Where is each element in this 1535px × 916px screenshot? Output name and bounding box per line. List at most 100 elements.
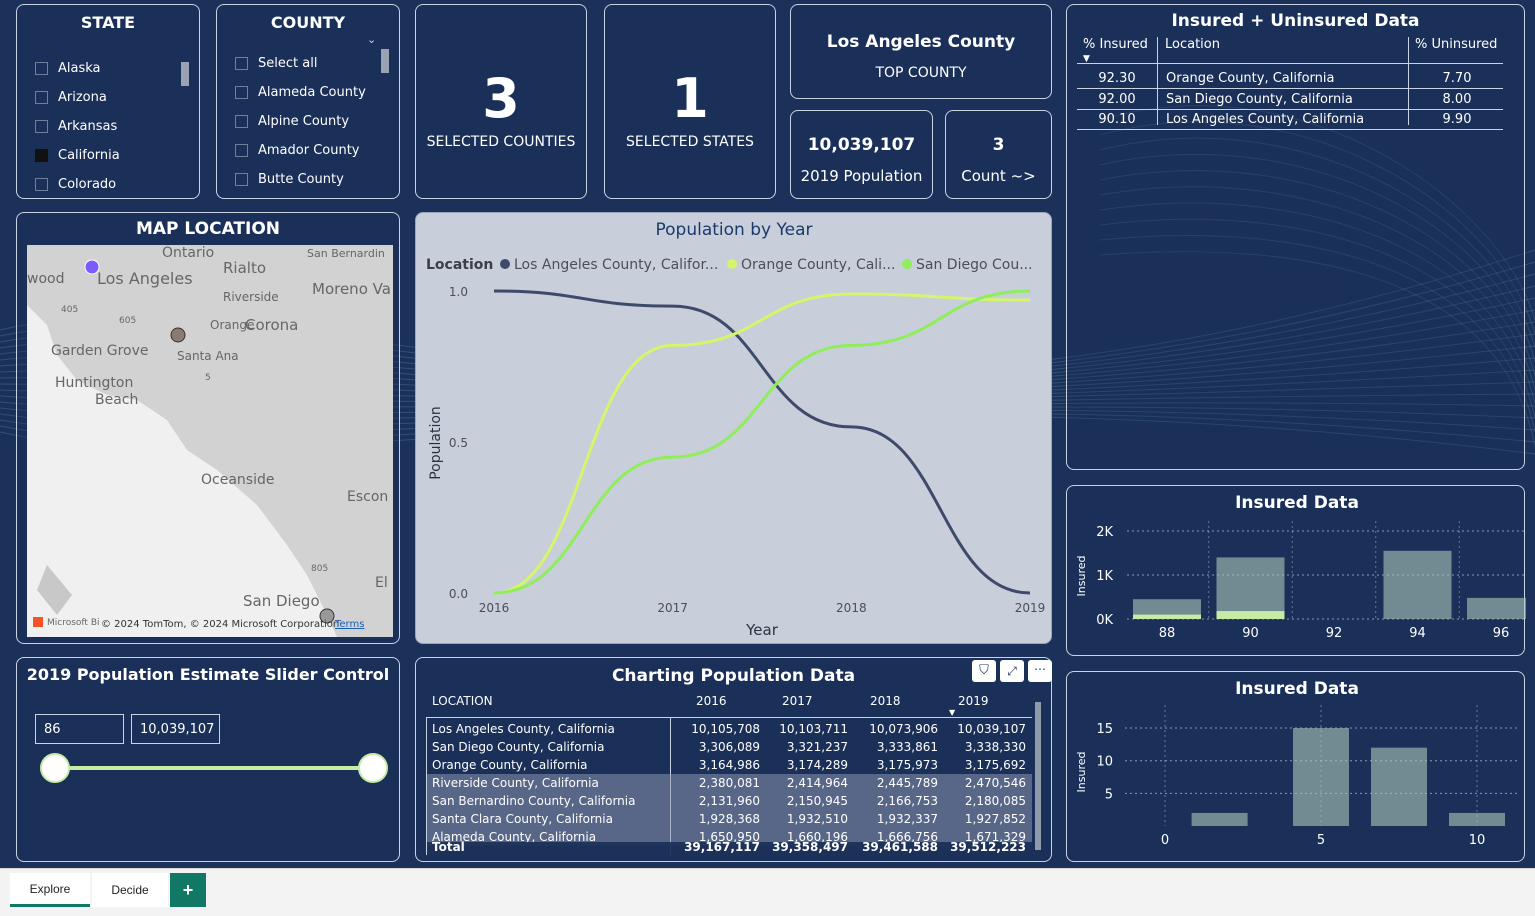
tab-explore[interactable]: Explore <box>10 873 90 907</box>
state-checkbox[interactable] <box>35 62 48 75</box>
tab-decide[interactable]: Decide <box>92 873 168 907</box>
insured-bar-chart-2: Insured Data Insured 5 10 15 0 5 10 <box>1066 671 1525 862</box>
population-cell: 2,445,789 <box>876 776 938 790</box>
slider-min-input[interactable]: 86 <box>35 714 124 744</box>
kpi-population-label: 2019 Population <box>800 167 923 185</box>
slider-handle-high[interactable] <box>358 753 388 783</box>
bar-x-tick-label: 96 <box>1493 626 1510 641</box>
state-checkbox[interactable] <box>35 178 48 191</box>
county-checkbox[interactable] <box>235 115 248 128</box>
x-tick-label: 2019 <box>1015 601 1046 615</box>
county-checkbox[interactable] <box>235 86 248 99</box>
state-item[interactable]: Arkansas <box>35 119 117 134</box>
population-cell: 1,932,510 <box>786 812 848 826</box>
population-header-cell[interactable]: 2016 <box>696 694 727 708</box>
kpi-count[interactable]: 3 Count ~> <box>945 110 1052 199</box>
county-checkbox[interactable] <box>235 144 248 157</box>
bar <box>1383 550 1452 619</box>
bar <box>1449 812 1505 826</box>
slider-title: 2019 Population Estimate Slider Control <box>26 665 390 684</box>
bar <box>1216 611 1285 619</box>
map-canvas[interactable]: Ontario San Bernardin Rialto wood Los Angele… <box>27 245 393 637</box>
population-cell: Santa Clara County, California <box>432 812 613 826</box>
bar-y-tick-label: 5 <box>1105 787 1113 802</box>
microsoft-logo <box>33 617 43 627</box>
county-item[interactable]: Amador County <box>235 143 360 158</box>
map-place-label: El <box>375 575 388 591</box>
population-header-cell[interactable]: 2019 <box>958 694 989 708</box>
kpi-top-county-label: TOP COUNTY <box>875 65 967 81</box>
focus-mode-icon[interactable]: ⤢ <box>1000 660 1024 682</box>
state-checkbox[interactable] <box>35 120 48 133</box>
slider-handle-low[interactable] <box>40 753 70 783</box>
report-canvas: STATE Alaska Arizona Arkansas California Col… <box>0 0 1535 868</box>
map-terms-link[interactable]: Terms <box>334 619 364 630</box>
county-item[interactable]: Select all <box>235 56 317 71</box>
insured-header-cell[interactable]: % Uninsured <box>1415 37 1511 52</box>
bar-chart-title: Insured Data <box>1235 679 1359 699</box>
population-total-cell: 39,461,588 <box>862 840 938 854</box>
state-item[interactable]: California <box>35 148 120 163</box>
bar-x-tick-label: 88 <box>1159 626 1176 641</box>
filter-icon[interactable]: ⛉ <box>972 660 996 682</box>
population-cell: Orange County, California <box>432 758 588 772</box>
population-cell: 10,103,711 <box>779 722 848 736</box>
population-header-cell[interactable]: 2018 <box>870 694 901 708</box>
county-item[interactable]: Alameda County <box>235 85 366 100</box>
population-header-cell[interactable]: LOCATION <box>432 694 493 708</box>
state-checkbox[interactable] <box>35 91 48 104</box>
chevron-down-icon[interactable]: ⌄ <box>367 33 376 46</box>
bar-x-tick-label: 5 <box>1317 833 1325 848</box>
population-total-cell: 39,512,223 <box>950 840 1026 854</box>
state-item[interactable]: Colorado <box>35 177 116 192</box>
kpi-selected-states: 1 SELECTED STATES <box>604 4 776 199</box>
x-tick-label: 2016 <box>479 601 510 615</box>
more-options-icon[interactable]: ⋯ <box>1028 660 1052 682</box>
population-total-cell: Total <box>432 840 465 854</box>
insured-cell: 9.90 <box>1442 112 1472 127</box>
bar-y-tick-label: 10 <box>1096 755 1113 770</box>
state-scrollbar[interactable] <box>181 62 189 86</box>
map-place-label: Oceanside <box>201 472 274 488</box>
county-item[interactable]: Butte County <box>235 172 344 187</box>
population-cell: San Diego County, California <box>432 740 605 754</box>
county-item-label: Amador County <box>258 143 360 158</box>
county-item-label: Select all <box>258 56 318 71</box>
slider-max-input[interactable]: 10,039,107 <box>131 714 220 744</box>
state-slicer-title: STATE <box>80 13 136 32</box>
sort-desc-icon[interactable]: ▼ <box>949 708 955 717</box>
map-place-label: San Diego <box>243 592 320 610</box>
population-cell: 3,321,237 <box>786 740 848 754</box>
population-line-chart: Population by Year Location Los Angeles Co… <box>415 212 1052 644</box>
table-scrollbar[interactable] <box>1035 702 1041 850</box>
insured-header-cell[interactable]: Location <box>1165 37 1413 52</box>
kpi-count-value: 3 <box>992 135 1005 155</box>
slider-track[interactable] <box>54 766 372 770</box>
map-place-label: 5 <box>205 373 211 383</box>
population-cell: 1,932,337 <box>876 812 938 826</box>
bar-chart-1-svg: Insured Data Insured 0K 1K 2K 88 90 92 94 96 <box>1075 493 1535 641</box>
county-item[interactable]: Alpine County <box>235 114 349 129</box>
bar-y-axis-label: Insured <box>1075 752 1088 793</box>
county-checkbox[interactable] <box>235 57 248 70</box>
bar-x-tick-label: 10 <box>1469 833 1486 848</box>
state-item[interactable]: Arizona <box>35 90 107 105</box>
state-checkbox[interactable] <box>35 149 48 162</box>
county-item-label: Alpine County <box>258 114 350 129</box>
kpi-population-value: 10,039,107 <box>807 135 916 155</box>
map-place-label: Beach <box>95 392 138 408</box>
state-item[interactable]: Alaska <box>35 61 101 76</box>
insured-header-cell[interactable]: % Insured <box>1083 37 1163 52</box>
county-checkbox[interactable] <box>235 173 248 186</box>
county-scrollbar[interactable] <box>381 49 389 73</box>
add-page-button[interactable]: + <box>170 873 206 907</box>
map-view[interactable]: Ontario San Bernardin Rialto wood Los Angele… <box>27 245 393 637</box>
insured-cell: 92.30 <box>1098 71 1136 86</box>
state-slicer: STATE Alaska Arizona Arkansas California Col… <box>16 4 200 199</box>
population-header-cell[interactable]: 2017 <box>782 694 813 708</box>
kpi-top-county-value: Los Angeles County <box>826 32 1016 52</box>
map-attribution: © 2024 TomTom, © 2024 Microsoft Corporat… <box>101 619 339 630</box>
population-total-cell: 39,167,117 <box>684 840 760 854</box>
row-divider <box>1077 88 1503 89</box>
map-place-label: 805 <box>311 564 328 574</box>
